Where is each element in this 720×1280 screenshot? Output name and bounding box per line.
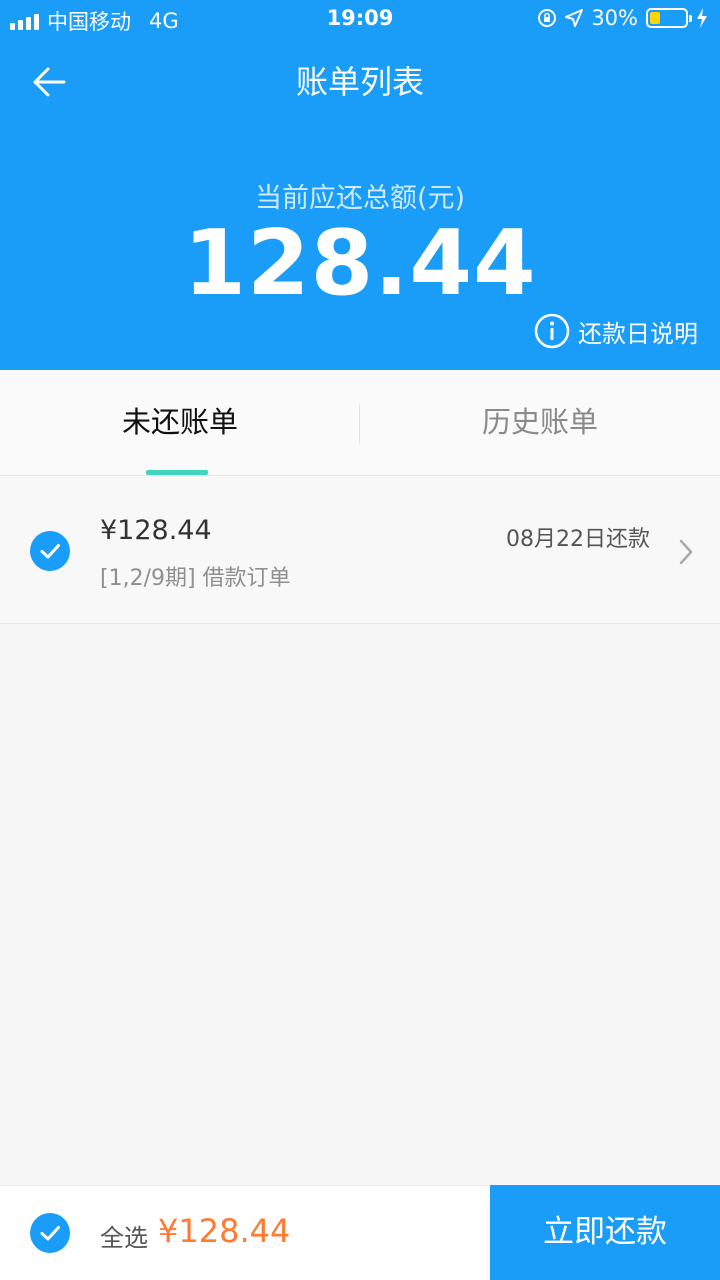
location-icon bbox=[565, 9, 584, 27]
selected-total-amount: ¥128.44 bbox=[158, 1212, 291, 1250]
select-all-checkbox[interactable] bbox=[30, 1213, 70, 1253]
bill-tabs: 未还账单 历史账单 bbox=[0, 370, 720, 476]
check-icon bbox=[40, 544, 60, 559]
total-due-amount: 128.44 bbox=[183, 211, 537, 316]
active-tab-indicator bbox=[146, 470, 208, 475]
amount-label: 当前应还总额(元) bbox=[254, 183, 466, 214]
battery-percent: 30% bbox=[591, 6, 638, 30]
orientation-lock-icon bbox=[538, 9, 557, 27]
battery-icon bbox=[646, 8, 692, 28]
check-icon bbox=[40, 1226, 60, 1241]
chevron-right-icon bbox=[679, 539, 693, 565]
header: 中国移动 4G 19:09 30% 账单列表 当前应还总额(元) 128.44 bbox=[0, 0, 720, 370]
footer-bar: 全选 ¥128.44 立即还款 bbox=[0, 1185, 720, 1280]
info-icon bbox=[534, 313, 570, 349]
bill-due-date: 08月22日还款 bbox=[506, 527, 650, 552]
bill-checkbox[interactable] bbox=[30, 531, 70, 571]
page-title: 账单列表 bbox=[295, 63, 424, 101]
bill-amount: ¥128.44 bbox=[100, 515, 212, 546]
select-all-label[interactable]: 全选 bbox=[100, 1218, 148, 1253]
bill-description: [1,2/9期] 借款订单 bbox=[100, 566, 291, 591]
status-bar: 中国移动 4G 19:09 30% bbox=[0, 0, 720, 38]
tab-history-bills[interactable]: 历史账单 bbox=[360, 370, 720, 476]
repay-date-info-link[interactable]: 还款日说明 bbox=[534, 313, 698, 349]
repay-date-info-label: 还款日说明 bbox=[578, 319, 698, 348]
charging-icon bbox=[697, 8, 707, 28]
pay-now-button[interactable]: 立即还款 bbox=[490, 1185, 720, 1280]
tab-unpaid-bills[interactable]: 未还账单 bbox=[0, 370, 360, 476]
bill-list-item[interactable]: ¥128.44 [1,2/9期] 借款订单 08月22日还款 bbox=[0, 477, 720, 624]
